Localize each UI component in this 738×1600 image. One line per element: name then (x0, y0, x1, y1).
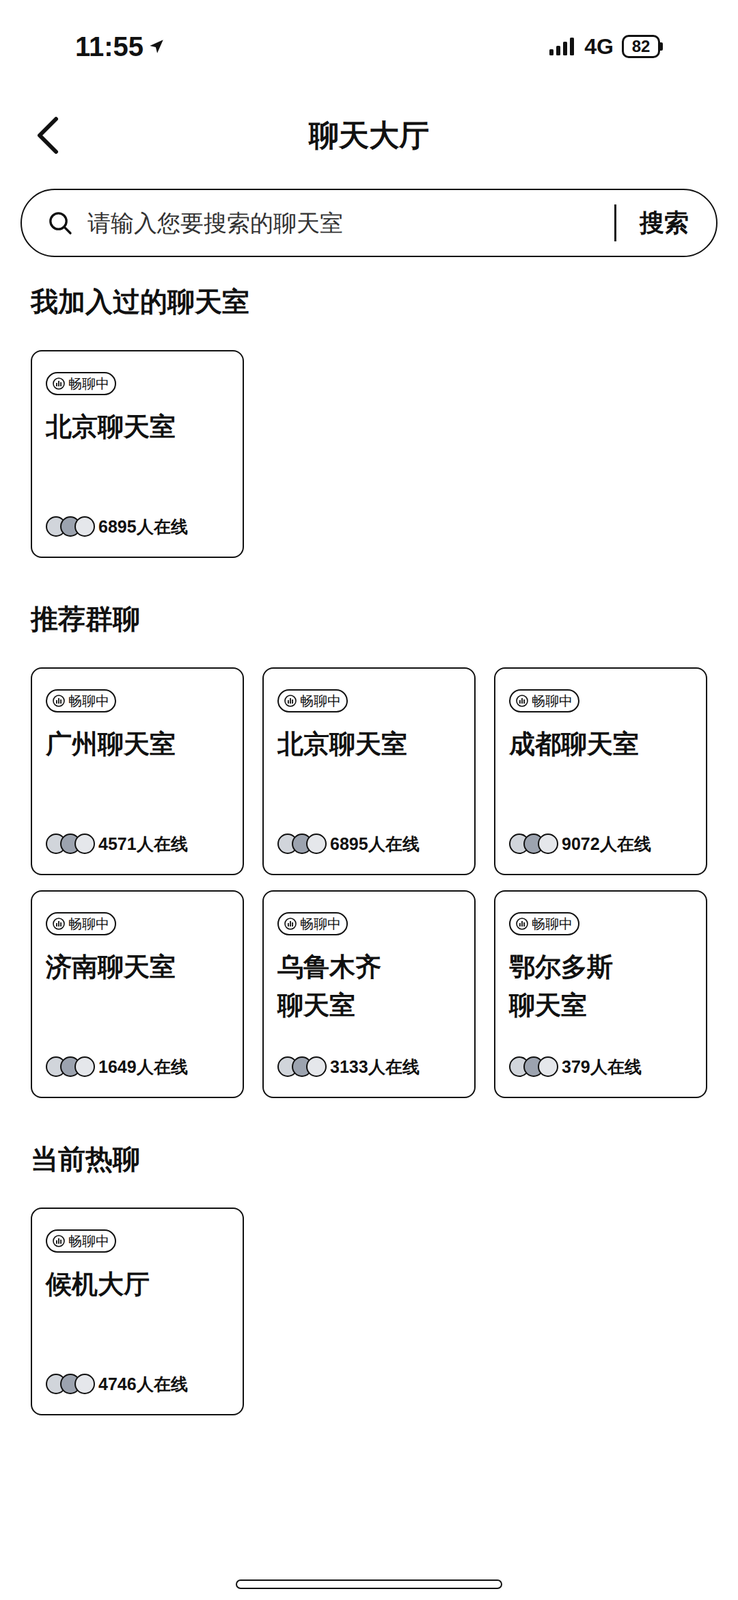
avatar-stack (277, 832, 327, 854)
voice-bars-icon (284, 694, 297, 707)
status-badge: 畅聊中 (509, 688, 580, 713)
room-section: 我加入过的聊天室畅聊中北京聊天室 6895人在线 (30, 284, 708, 558)
location-arrow-icon (147, 37, 166, 56)
voice-bars-icon (52, 377, 65, 390)
room-card[interactable]: 畅聊中北京聊天室 6895人在线 (262, 666, 476, 875)
avatar-stack (45, 515, 95, 537)
status-badge: 畅聊中 (45, 1228, 117, 1252)
room-title: 鄂尔多斯 聊天室 (509, 947, 693, 1024)
room-grid: 畅聊中广州聊天室4571人在线畅聊中北京聊天室6895人在线畅聊中成都聊天室90… (30, 666, 708, 1098)
room-title: 济南聊天室 (45, 947, 229, 986)
signal-icon (548, 36, 577, 57)
room-card[interactable]: 畅聊中成都聊天室 9072人在线 (494, 666, 708, 875)
room-grid: 畅聊中候机大厅 4746人在线 (30, 1206, 708, 1415)
network-type: 4G (584, 30, 614, 63)
room-section: 当前热聊畅聊中候机大厅 4746人在线 (30, 1141, 708, 1415)
header: 聊天大厅 (0, 88, 738, 182)
battery: 82 (621, 34, 663, 59)
status-badge: 畅聊中 (45, 371, 117, 395)
voice-bars-icon (284, 917, 297, 930)
avatar (537, 1055, 559, 1077)
room-card[interactable]: 畅聊中广州聊天室 4571人在线 (30, 666, 244, 875)
avatar (74, 515, 95, 537)
avatar (74, 1055, 95, 1077)
room-card[interactable]: 畅聊中济南聊天室 1649人在线 (30, 889, 244, 1098)
voice-bars-icon (515, 694, 529, 707)
search-input[interactable]: 请输入您要搜索的聊天室 (87, 205, 601, 241)
avatar-stack (45, 1055, 95, 1077)
avatar (537, 832, 559, 854)
online-count: 6895人在线 (330, 832, 420, 855)
search-button[interactable]: 搜索 (630, 204, 689, 242)
room-title: 广州聊天室 (45, 724, 229, 763)
section-title: 当前热聊 (30, 1141, 708, 1176)
search-icon (46, 209, 74, 237)
avatar (74, 832, 95, 854)
room-title: 候机大厅 (45, 1264, 229, 1303)
voice-bars-icon (515, 917, 529, 930)
room-card[interactable]: 畅聊中北京聊天室 6895人在线 (30, 349, 244, 558)
status-badge: 畅聊中 (45, 688, 117, 713)
online-count: 9072人在线 (561, 832, 652, 855)
avatar-stack (277, 1055, 327, 1077)
avatar-stack (509, 832, 559, 854)
room-title: 北京聊天室 (45, 407, 229, 446)
status-badge: 畅聊中 (277, 911, 348, 935)
avatar (74, 1372, 95, 1394)
room-title: 北京聊天室 (277, 724, 461, 763)
clock: 11:55 (75, 25, 144, 67)
online-count: 4571人在线 (98, 832, 188, 855)
search-bar[interactable]: 请输入您要搜索的聊天室搜索 (20, 188, 718, 257)
room-card[interactable]: 畅聊中乌鲁木齐 聊天室 3133人在线 (262, 889, 476, 1098)
avatar (306, 1055, 327, 1077)
room-section: 推荐群聊畅聊中广州聊天室4571人在线畅聊中北京聊天室6895人在线畅聊中成都聊… (30, 601, 708, 1098)
voice-bars-icon (52, 694, 65, 707)
online-count: 6895人在线 (98, 515, 188, 538)
online-count: 379人在线 (561, 1055, 642, 1077)
avatar-stack (509, 1055, 559, 1077)
voice-bars-icon (52, 1234, 65, 1247)
room-title: 乌鲁木齐 聊天室 (277, 947, 461, 1024)
status-badge: 畅聊中 (277, 688, 348, 713)
home-indicator (235, 1578, 503, 1589)
section-title: 我加入过的聊天室 (30, 284, 708, 319)
back-button[interactable] (27, 114, 69, 156)
avatar-stack (45, 832, 95, 854)
online-count: 4746人在线 (98, 1372, 188, 1394)
status-bar: 11:55 4G 82 (0, 0, 738, 89)
page-title: 聊天大厅 (308, 112, 430, 158)
avatar-stack (45, 1372, 95, 1394)
chevron-left-icon (34, 116, 62, 155)
online-count: 3133人在线 (330, 1055, 420, 1077)
chat-hall-screen: 11:554G82聊天大厅请输入您要搜索的聊天室搜索我加入过的聊天室畅聊中北京聊… (0, 0, 738, 1599)
room-card[interactable]: 畅聊中候机大厅 4746人在线 (30, 1206, 244, 1415)
status-badge: 畅聊中 (509, 911, 580, 935)
room-grid: 畅聊中北京聊天室 6895人在线 (30, 349, 708, 558)
online-count: 1649人在线 (98, 1055, 188, 1077)
room-card[interactable]: 畅聊中鄂尔多斯 聊天室 379人在线 (494, 889, 708, 1098)
voice-bars-icon (52, 917, 65, 930)
section-title: 推荐群聊 (30, 601, 708, 636)
avatar (306, 832, 327, 854)
room-title: 成都聊天室 (509, 724, 693, 763)
status-badge: 畅聊中 (45, 911, 117, 935)
